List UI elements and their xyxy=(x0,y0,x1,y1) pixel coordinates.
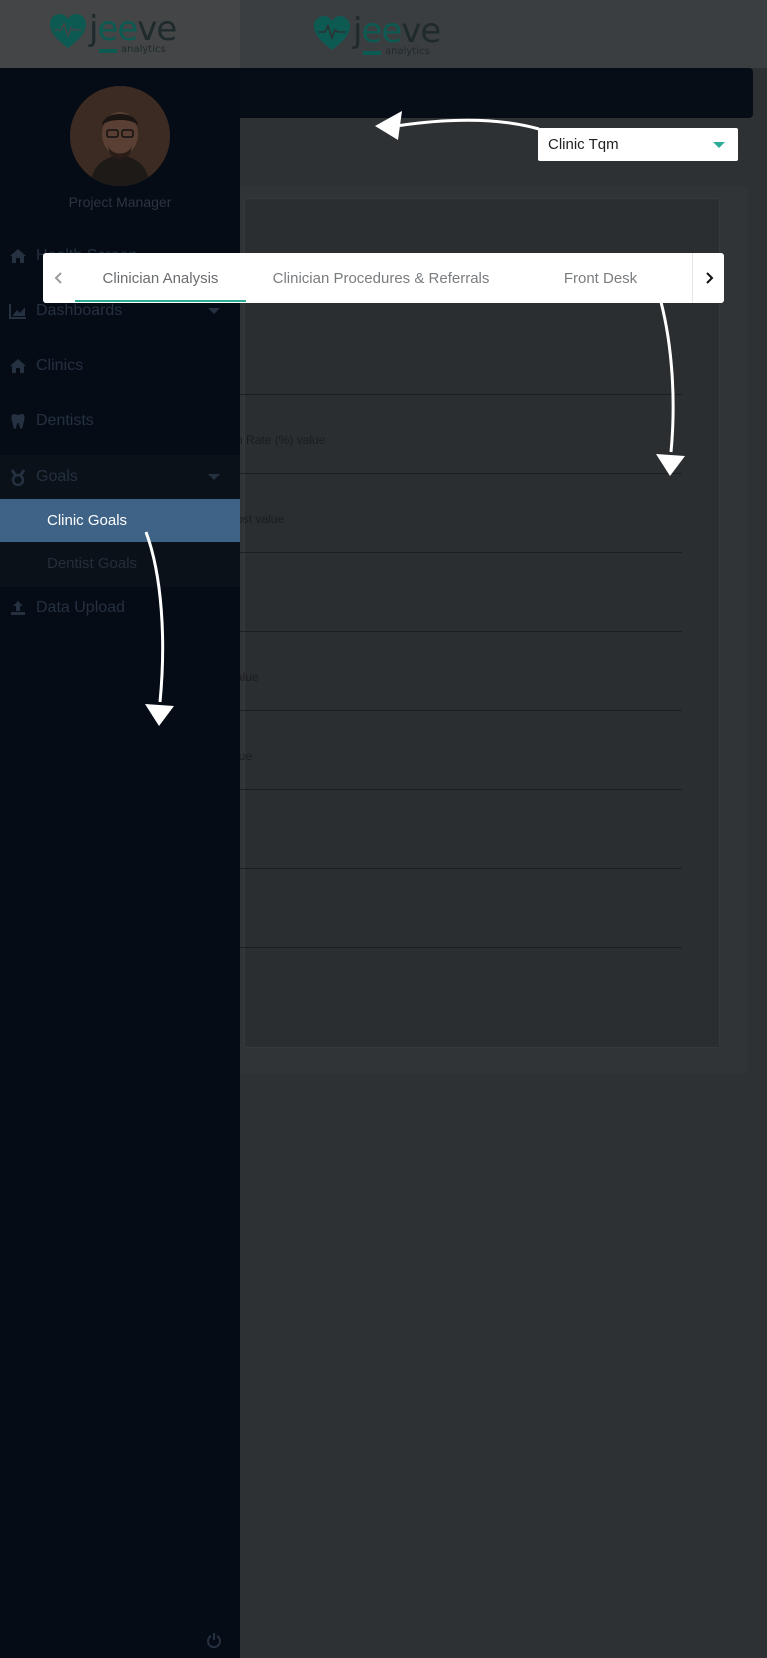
logo-text-accent: ee xyxy=(361,11,402,51)
logo-tagline: analytics xyxy=(385,46,430,57)
goal-row xyxy=(232,869,682,948)
sidebar-logo: jeeve analytics xyxy=(48,9,177,55)
sidebar-item-label: Dentists xyxy=(36,412,94,429)
medal-icon xyxy=(9,468,27,486)
chevron-down-icon xyxy=(208,308,220,314)
chevron-left-icon xyxy=(54,272,62,284)
upload-icon xyxy=(9,599,27,617)
goal-row: lue xyxy=(232,711,682,790)
tab-label: Clinician Analysis xyxy=(102,269,219,287)
logo-text-end: ve xyxy=(401,11,441,51)
clinic-select-value: Clinic Tqm xyxy=(548,136,619,153)
chart-icon xyxy=(9,302,27,320)
chevron-right-icon xyxy=(705,272,713,284)
home-icon xyxy=(9,247,27,265)
tab-label: Clinician Procedures & Referrals xyxy=(272,269,490,287)
goal-row xyxy=(232,553,682,632)
goal-row xyxy=(232,790,682,869)
goal-row-label: ost value xyxy=(236,512,285,526)
tab-label: Front Desk xyxy=(563,269,638,287)
sidebar-item-data-upload[interactable]: Data Upload xyxy=(0,586,240,630)
tab-front-desk[interactable]: Front Desk xyxy=(548,253,653,303)
sidebar-item-clinics[interactable]: Clinics xyxy=(0,344,240,388)
sidebar-subitem-label: Dentist Goals xyxy=(47,555,138,572)
user-role: Project Manager xyxy=(68,194,172,210)
user-photo xyxy=(70,86,170,186)
sidebar-subitem-clinic-goals[interactable]: Clinic Goals xyxy=(0,499,240,542)
goal-row: alue xyxy=(232,632,682,711)
sidebar-item-label: Clinics xyxy=(36,357,84,374)
tab-scroll-prev-button[interactable] xyxy=(43,253,75,303)
sidebar-subitem-dentist-goals[interactable]: Dentist Goals xyxy=(0,542,240,585)
chevron-down-icon xyxy=(208,474,220,480)
logo-tagline: analytics xyxy=(121,44,166,55)
sidebar-item-label: Data Upload xyxy=(36,599,125,616)
tab-clinician-procedures-referrals[interactable]: Clinician Procedures & Referrals xyxy=(256,253,506,303)
logo-bar xyxy=(363,51,381,55)
tab-bar: Clinician Analysis Clinician Procedures … xyxy=(43,253,724,303)
tab-scroll-next-button[interactable] xyxy=(692,253,724,303)
dropdown-arrow-icon xyxy=(713,142,725,148)
tab-clinician-analysis[interactable]: Clinician Analysis xyxy=(75,253,246,303)
power-icon[interactable] xyxy=(206,1632,222,1648)
arrow-to-header xyxy=(395,118,540,131)
heart-logo-icon xyxy=(50,14,86,48)
heart-logo-icon xyxy=(314,16,350,50)
logo-text-end: ve xyxy=(137,9,177,49)
sidebar-item-label: Goals xyxy=(36,468,78,485)
goal-row-label: n Rate (%) value xyxy=(236,433,326,447)
sidebar-item-goals[interactable]: Goals xyxy=(0,455,240,499)
clinic-select[interactable]: Clinic Tqm xyxy=(538,128,738,161)
logo-text-accent: ee xyxy=(97,9,138,49)
logo-bar xyxy=(99,49,117,53)
sidebar-item-dentists[interactable]: Dentists xyxy=(0,399,240,443)
sidebar-item-label: Dashboards xyxy=(36,302,123,319)
home-icon xyxy=(9,357,27,375)
app-logo: jeeve analytics xyxy=(312,11,441,57)
tooth-icon xyxy=(9,412,27,430)
goal-row: n Rate (%) value xyxy=(232,395,682,474)
sidebar-subitem-label: Clinic Goals xyxy=(47,512,128,529)
goal-row xyxy=(232,316,682,395)
goal-row: ost value xyxy=(232,474,682,553)
avatar[interactable] xyxy=(70,86,170,186)
